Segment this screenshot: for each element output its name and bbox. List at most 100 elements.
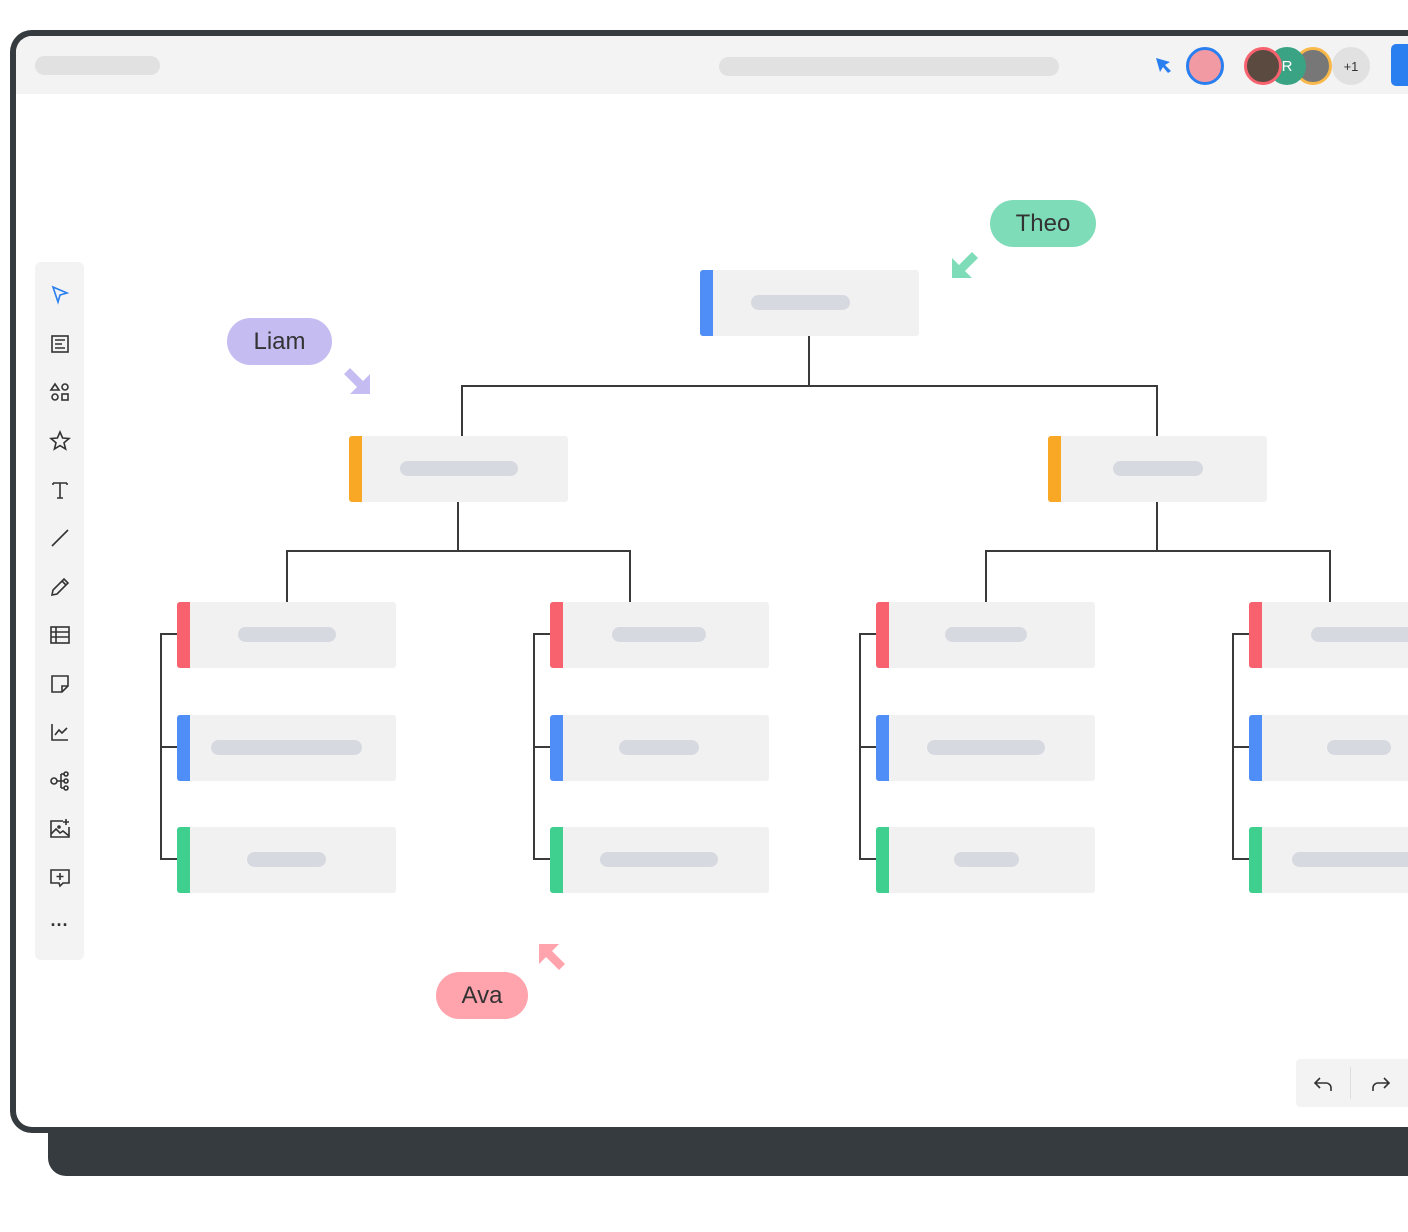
avatar-user-2[interactable] — [1244, 47, 1282, 85]
text-tool[interactable] — [47, 477, 72, 502]
cursor-name-tag-ava: Ava — [436, 972, 528, 1019]
diagram-node[interactable] — [177, 827, 396, 893]
diagram-node[interactable] — [550, 827, 769, 893]
diagram-node[interactable] — [700, 270, 919, 336]
more-tools[interactable]: ··· — [47, 913, 72, 938]
sticky-note-icon — [50, 674, 69, 693]
node-text-placeholder — [211, 740, 362, 755]
text-icon — [51, 481, 68, 499]
connector-line — [457, 501, 459, 552]
node-color-stripe — [1048, 436, 1061, 502]
undo-icon[interactable] — [1312, 1073, 1334, 1095]
connector-line — [859, 858, 877, 860]
line-icon — [50, 528, 69, 547]
template-icon — [50, 334, 69, 353]
undo-redo-controls — [1296, 1059, 1408, 1107]
diagram-node[interactable] — [876, 602, 1095, 668]
table-tool[interactable] — [47, 622, 72, 647]
top-bar: R +1 — [16, 36, 1408, 94]
avatar-user-1[interactable] — [1186, 47, 1224, 85]
collaborator-cursor-arrow-icon — [344, 368, 370, 394]
node-text-placeholder — [238, 627, 336, 642]
node-color-stripe — [876, 602, 889, 668]
app-window: R +1 ··· Theo Liam Ava — [10, 30, 1408, 1133]
node-text-placeholder — [1311, 627, 1408, 642]
diagram-node[interactable] — [1249, 602, 1408, 668]
pen-icon — [50, 577, 69, 596]
more-icon: ··· — [50, 915, 69, 935]
collaborator-cursor-arrow-icon — [952, 252, 978, 278]
diagram-node[interactable] — [349, 436, 568, 502]
node-text-placeholder — [400, 461, 518, 476]
select-tool[interactable] — [47, 282, 72, 307]
sticky-note-tool[interactable] — [47, 671, 72, 696]
connector-line — [533, 858, 551, 860]
connector-line — [859, 746, 877, 748]
diagram-node[interactable] — [1249, 827, 1408, 893]
connector-line — [461, 385, 1158, 387]
line-tool[interactable] — [47, 525, 72, 550]
node-text-placeholder — [954, 852, 1019, 867]
image-add-icon — [49, 818, 70, 838]
connector-line — [160, 858, 178, 860]
node-text-placeholder — [600, 852, 718, 867]
connector-line — [533, 746, 551, 748]
node-text-placeholder — [1327, 740, 1391, 755]
node-text-placeholder — [1113, 461, 1203, 476]
diagram-node[interactable] — [177, 602, 396, 668]
node-text-placeholder — [945, 627, 1027, 642]
diagram-node[interactable] — [1048, 436, 1267, 502]
connector-line — [286, 550, 288, 602]
mind-map-icon — [49, 770, 69, 791]
node-color-stripe — [1249, 602, 1262, 668]
shapes-tool[interactable] — [47, 379, 72, 404]
redo-icon[interactable] — [1370, 1073, 1392, 1095]
connector-line — [533, 633, 551, 635]
chart-tool[interactable] — [47, 719, 72, 744]
node-text-placeholder — [1292, 852, 1408, 867]
collaborator-cursor-arrow-icon — [539, 944, 565, 970]
pen-tool[interactable] — [47, 574, 72, 599]
image-upload-tool[interactable] — [47, 816, 72, 841]
comment-tool[interactable] — [47, 865, 72, 890]
chart-icon — [50, 723, 68, 741]
more-collaborators-badge[interactable]: +1 — [1332, 47, 1370, 85]
template-tool[interactable] — [47, 331, 72, 356]
node-text-placeholder — [612, 627, 706, 642]
node-color-stripe — [1249, 827, 1262, 893]
board-title-placeholder[interactable] — [35, 56, 160, 75]
connector-line — [985, 550, 1331, 552]
divider — [1350, 1067, 1351, 1099]
connector-line — [629, 550, 631, 602]
diagram-node[interactable] — [876, 715, 1095, 781]
connector-line — [160, 633, 178, 635]
share-button[interactable] — [1391, 44, 1408, 86]
connector-line — [1329, 550, 1331, 602]
node-color-stripe — [550, 602, 563, 668]
connector-line — [985, 550, 987, 602]
node-color-stripe — [177, 715, 190, 781]
diagram-node[interactable] — [550, 602, 769, 668]
cursor-pointer-icon — [1156, 58, 1171, 73]
node-color-stripe — [700, 270, 713, 336]
node-text-placeholder — [619, 740, 699, 755]
node-color-stripe — [177, 602, 190, 668]
diagram-node[interactable] — [876, 827, 1095, 893]
node-color-stripe — [876, 715, 889, 781]
connector-line — [461, 385, 463, 436]
node-color-stripe — [550, 827, 563, 893]
mind-map-tool[interactable] — [47, 768, 72, 793]
diagram-node[interactable] — [550, 715, 769, 781]
cursor-name-tag-liam: Liam — [227, 318, 332, 365]
connector-line — [1156, 501, 1158, 552]
stickers-tool[interactable] — [47, 428, 72, 453]
diagram-node[interactable] — [177, 715, 396, 781]
connector-line — [808, 335, 810, 386]
diagram-node[interactable] — [1249, 715, 1408, 781]
node-color-stripe — [550, 715, 563, 781]
connector-line — [1232, 746, 1250, 748]
cursor-icon — [51, 285, 69, 305]
node-text-placeholder — [247, 852, 326, 867]
table-icon — [49, 625, 70, 644]
shapes-icon — [49, 382, 69, 401]
